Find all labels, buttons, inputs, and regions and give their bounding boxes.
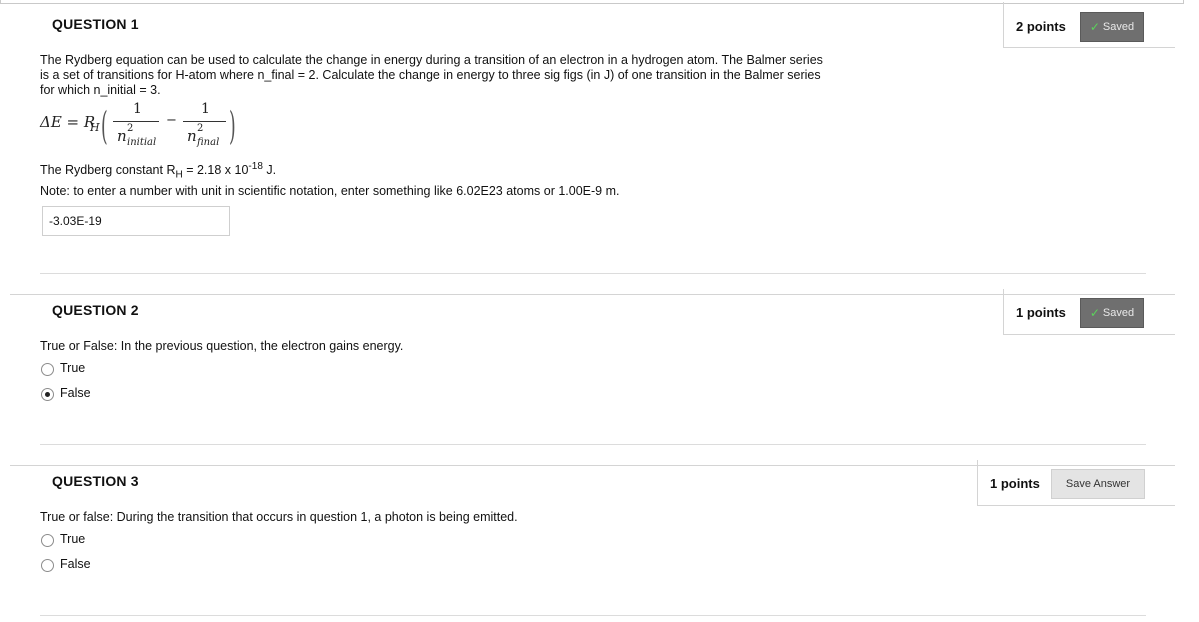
fraction-bar-1 xyxy=(113,121,159,122)
question-3-radio-true[interactable] xyxy=(41,534,54,547)
denominator-1-n: n xyxy=(117,127,127,145)
question-2-option-false[interactable]: False xyxy=(60,386,91,400)
question-1-line-2: is a set of transitions for H-atom where… xyxy=(40,68,821,82)
question-2-radio-false[interactable] xyxy=(41,388,54,401)
right-paren: ) xyxy=(229,104,236,148)
save-answer-button[interactable]: Save Answer xyxy=(1051,469,1145,499)
constant-unit: J. xyxy=(262,163,277,178)
question-3-option-true[interactable]: True xyxy=(60,532,85,546)
question-3-radio-false[interactable] xyxy=(41,559,54,572)
question-3-points: 1 points xyxy=(990,476,1040,491)
check-icon: ✓ xyxy=(1089,20,1100,34)
denominator-1-exponent: 2 xyxy=(127,123,134,134)
denominator-2-exponent: 2 xyxy=(197,123,204,134)
question-2-title: QUESTION 2 xyxy=(52,302,139,318)
separator-1 xyxy=(40,273,1146,274)
question-1-line-1: The Rydberg equation can be used to calc… xyxy=(40,53,823,67)
question-1-line-3: for which n_initial = 3. xyxy=(40,83,161,97)
rydberg-constant-text: The Rydberg constant RH = 2.18 x 10-18 J… xyxy=(40,161,276,181)
saved-label: Saved xyxy=(1102,21,1135,33)
fraction-bar-2 xyxy=(183,121,226,122)
numerator-1: 1 xyxy=(133,101,142,117)
equation-lhs-subscript: H xyxy=(90,121,100,134)
question-2-prompt: True or False: In the previous question,… xyxy=(40,339,404,353)
question-2-radio-true[interactable] xyxy=(41,363,54,376)
denominator-2-subscript: final xyxy=(197,137,220,148)
left-paren: ( xyxy=(101,104,108,148)
question-3-title: QUESTION 3 xyxy=(52,473,139,489)
question-1-title: QUESTION 1 xyxy=(52,16,139,32)
separator-2 xyxy=(40,444,1146,445)
question-2-option-true[interactable]: True xyxy=(60,361,85,375)
separator-3 xyxy=(40,615,1146,616)
denominator-1-subscript: initial xyxy=(127,137,157,148)
question-1-saved-button[interactable]: ✓ Saved xyxy=(1080,12,1144,42)
check-icon: ✓ xyxy=(1089,306,1100,320)
question-2-top-border xyxy=(10,294,1175,295)
denominator-2-n: n xyxy=(187,127,197,145)
question-1-points: 2 points xyxy=(1016,19,1066,34)
numerator-2: 1 xyxy=(201,101,210,117)
question-2-points: 1 points xyxy=(1016,305,1066,320)
minus-sign: − xyxy=(166,113,177,128)
constant-exponent: -18 xyxy=(248,161,263,172)
constant-subscript: H xyxy=(175,169,183,181)
question-1-text: The Rydberg equation can be used to calc… xyxy=(40,53,910,98)
constant-prefix: The Rydberg constant R xyxy=(40,163,176,178)
saved-label: Saved xyxy=(1102,307,1135,319)
question-3-option-false[interactable]: False xyxy=(60,557,91,571)
question-1-answer-input[interactable]: -3.03E-19 xyxy=(42,206,230,236)
scientific-notation-note: Note: to enter a number with unit in sci… xyxy=(40,184,620,198)
question-2-saved-button[interactable]: ✓ Saved xyxy=(1080,298,1144,328)
constant-value: = 2.18 x 10 xyxy=(182,163,249,178)
equation-lhs: ΔE = R xyxy=(40,113,96,131)
question-3-prompt: True or false: During the transition tha… xyxy=(40,510,518,524)
